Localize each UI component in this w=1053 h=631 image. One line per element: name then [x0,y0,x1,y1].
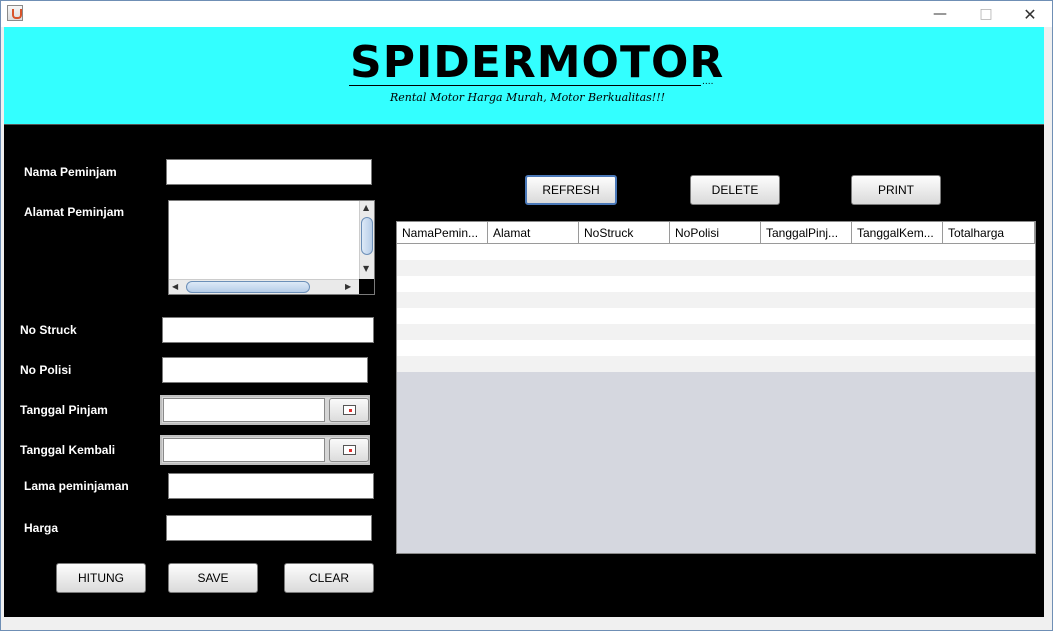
print-button[interactable]: PRINT [851,175,941,205]
harga-input[interactable] [167,516,371,540]
lama-peminjaman-label: Lama peminjaman [24,479,129,493]
brand-header: SPIDERMOTOR .... Rental Motor Harga Mura… [4,27,1044,125]
alamat-peminjam-label: Alamat Peminjam [24,205,125,219]
java-app-icon [7,5,23,21]
tanggal-pinjam-calendar-button[interactable] [329,398,369,422]
column-header[interactable]: NamaPemin... [397,222,488,244]
lama-peminjaman-input[interactable] [169,474,373,498]
tanggal-pinjam-datepicker [160,395,370,425]
table-row[interactable] [397,292,1035,308]
table-row[interactable] [397,276,1035,292]
delete-button[interactable]: DELETE [690,175,780,205]
nama-peminjam-field[interactable] [166,159,372,185]
column-header[interactable]: TanggalPinj... [761,222,852,244]
harga-field[interactable] [166,515,372,541]
harga-label: Harga [24,521,59,535]
scroll-up-icon[interactable]: ▲ [363,204,369,212]
table-header: NamaPemin... Alamat NoStruck NoPolisi Tangga… [397,222,1035,244]
rental-table[interactable]: NamaPemin... Alamat NoStruck NoPolisi Tangga… [396,221,1036,554]
column-header[interactable]: TanggalKem... [852,222,943,244]
clear-button[interactable]: CLEAR [284,563,374,593]
brand-dots: .... [702,77,714,87]
no-polisi-label: No Polisi [20,363,72,377]
table-row[interactable] [397,244,1035,260]
refresh-button[interactable]: REFRESH [525,175,617,205]
no-struck-label: No Struck [20,323,77,337]
minimize-button[interactable]: — [917,1,963,27]
no-polisi-input[interactable] [163,358,367,382]
tanggal-pinjam-input[interactable] [163,398,325,422]
tanggal-kembali-calendar-button[interactable] [329,438,369,462]
lama-peminjaman-field[interactable] [168,473,374,499]
column-header[interactable]: NoPolisi [670,222,761,244]
table-row[interactable] [397,260,1035,276]
alamat-horizontal-scrollbar[interactable]: ◀ ▶ [169,279,359,294]
column-header[interactable]: NoStruck [579,222,670,244]
scroll-corner [359,279,374,294]
title-bar: — □ ✕ [1,1,1052,27]
table-row[interactable] [397,324,1035,340]
tanggal-pinjam-label: Tanggal Pinjam [20,403,108,417]
column-header[interactable]: Totalharga [943,222,1035,244]
horizontal-scroll-thumb[interactable] [186,281,310,293]
column-header[interactable]: Alamat [488,222,579,244]
nama-peminjam-input[interactable] [167,160,371,184]
scroll-right-icon[interactable]: ▶ [345,283,351,291]
app-window: — □ ✕ SPIDERMOTOR .... Rental Motor Harg… [0,0,1053,631]
close-button[interactable]: ✕ [1007,1,1053,27]
maximize-button[interactable]: □ [963,1,1009,27]
brand-tagline: Rental Motor Harga Murah, Motor Berkuali… [390,91,666,104]
table-row[interactable] [397,340,1035,356]
table-row[interactable] [397,308,1035,324]
nama-peminjam-label: Nama Peminjam [24,165,117,179]
scroll-left-icon[interactable]: ◀ [172,283,178,291]
brand-title: SPIDERMOTOR [350,37,725,88]
calendar-icon [343,405,356,415]
save-button[interactable]: SAVE [168,563,258,593]
main-panel: Nama Peminjam Alamat Peminjam No Struck … [4,125,1044,617]
alamat-peminjam-textarea[interactable]: ▲ ▼ ◀ ▶ [168,200,375,295]
hitung-button[interactable]: HITUNG [56,563,146,593]
alamat-vertical-scrollbar[interactable]: ▲ ▼ [359,201,374,279]
table-row[interactable] [397,356,1035,372]
vertical-scroll-thumb[interactable] [361,217,373,255]
no-struck-input[interactable] [163,318,373,342]
scroll-down-icon[interactable]: ▼ [363,265,369,273]
tanggal-kembali-label: Tanggal Kembali [20,443,116,457]
tanggal-kembali-input[interactable] [163,438,325,462]
calendar-icon [343,445,356,455]
no-polisi-field[interactable] [162,357,368,383]
no-struck-field[interactable] [162,317,374,343]
brand-underline [349,85,701,86]
table-body[interactable] [397,244,1035,372]
tanggal-kembali-datepicker [160,435,370,465]
